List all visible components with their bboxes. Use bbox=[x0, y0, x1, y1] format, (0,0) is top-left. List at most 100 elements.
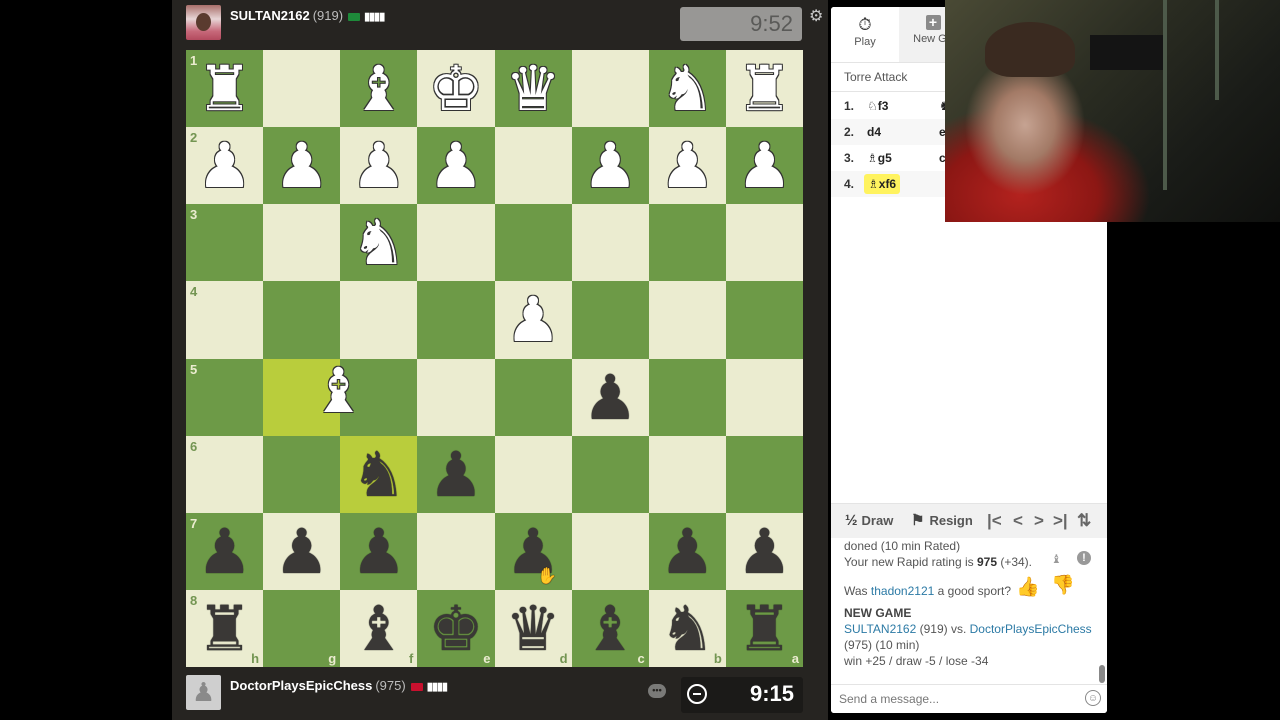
square-e8[interactable]: e ♚ bbox=[417, 589, 495, 667]
black-rook-a8[interactable]: ♜ bbox=[726, 590, 803, 667]
chess-board[interactable]: 1 ♜ ♝ ♚ ♛ ♞ ♜ 2 ♟ ♟ ♟ ♟ ♟ ♟ ♟ 3 ♞ 4 ♟ 5 ♟ 6 ♞ ♟ 7 ♟ ♟ ♟ ♟ ♟ ♟ 8 h ♜ g f ♝ e ♚ d… bbox=[186, 50, 803, 667]
square-c3[interactable] bbox=[571, 204, 649, 282]
square-a7[interactable]: ♟ bbox=[725, 512, 803, 590]
black-pawn-h7[interactable]: ♟ bbox=[186, 513, 263, 590]
black-rook-h8[interactable]: ♜ bbox=[186, 590, 263, 667]
square-h7[interactable]: 7 ♟ bbox=[186, 512, 264, 590]
square-e1[interactable]: ♚ bbox=[417, 50, 495, 128]
square-a4[interactable] bbox=[725, 281, 803, 359]
square-a5[interactable] bbox=[725, 358, 803, 436]
emoji-icon[interactable]: ☺ bbox=[1085, 690, 1101, 706]
dragged-white-bishop[interactable]: ♝ bbox=[300, 352, 377, 429]
square-c5[interactable]: ♟ bbox=[571, 358, 649, 436]
square-e4[interactable] bbox=[417, 281, 495, 359]
square-c2[interactable]: ♟ bbox=[571, 127, 649, 205]
square-d7[interactable]: ♟ bbox=[494, 512, 572, 590]
square-g6[interactable] bbox=[263, 435, 341, 513]
square-f7[interactable]: ♟ bbox=[340, 512, 418, 590]
resign-button[interactable]: ⚑ Resign bbox=[911, 504, 973, 538]
square-f6[interactable]: ♞ bbox=[340, 435, 418, 513]
square-f1[interactable]: ♝ bbox=[340, 50, 418, 128]
square-d3[interactable] bbox=[494, 204, 572, 282]
white-move[interactable]: ♘f3 bbox=[867, 93, 888, 119]
thumbs-down-icon[interactable]: 👎 bbox=[1051, 573, 1075, 597]
black-king-e8[interactable]: ♚ bbox=[417, 590, 494, 667]
square-b7[interactable]: ♟ bbox=[648, 512, 726, 590]
square-d8[interactable]: d ♛ bbox=[494, 589, 572, 667]
square-b4[interactable] bbox=[648, 281, 726, 359]
black-player-link[interactable]: DoctorPlaysEpicChess bbox=[970, 622, 1092, 636]
square-d4[interactable]: ♟ bbox=[494, 281, 572, 359]
square-g7[interactable]: ♟ bbox=[263, 512, 341, 590]
square-f3[interactable]: ♞ bbox=[340, 204, 418, 282]
square-e2[interactable]: ♟ bbox=[417, 127, 495, 205]
last-move-button[interactable]: >| bbox=[1053, 504, 1068, 538]
opponent-avatar[interactable] bbox=[186, 5, 221, 40]
next-move-button[interactable]: > bbox=[1034, 504, 1044, 538]
square-a3[interactable] bbox=[725, 204, 803, 282]
black-pawn-a7[interactable]: ♟ bbox=[726, 513, 803, 590]
square-a6[interactable] bbox=[725, 435, 803, 513]
black-pawn-g7[interactable]: ♟ bbox=[263, 513, 340, 590]
square-c7[interactable] bbox=[571, 512, 649, 590]
square-d6[interactable] bbox=[494, 435, 572, 513]
white-pawn-b2[interactable]: ♟ bbox=[649, 127, 726, 204]
square-d2[interactable] bbox=[494, 127, 572, 205]
white-queen-d1[interactable]: ♛ bbox=[495, 50, 572, 127]
white-pawn-g2[interactable]: ♟ bbox=[263, 127, 340, 204]
square-c6[interactable] bbox=[571, 435, 649, 513]
chat-bubble-icon[interactable]: ••• bbox=[648, 684, 666, 698]
thumbs-up-icon[interactable]: 👍 bbox=[1016, 575, 1040, 599]
tab-play[interactable]: ⏱ Play bbox=[831, 7, 899, 62]
square-a2[interactable]: ♟ bbox=[725, 127, 803, 205]
gear-icon[interactable]: ⚙ bbox=[809, 6, 823, 26]
square-g8[interactable]: g bbox=[263, 589, 341, 667]
previous-move-button[interactable]: < bbox=[1013, 504, 1023, 538]
square-g4[interactable] bbox=[263, 281, 341, 359]
square-a8[interactable]: a ♜ bbox=[725, 589, 803, 667]
square-b1[interactable]: ♞ bbox=[648, 50, 726, 128]
player-name[interactable]: DoctorPlaysEpicChess bbox=[230, 678, 372, 693]
square-h1[interactable]: 1 ♜ bbox=[186, 50, 264, 128]
black-pawn-f7[interactable]: ♟ bbox=[340, 513, 417, 590]
square-h3[interactable]: 3 bbox=[186, 204, 264, 282]
player-avatar[interactable]: ♟ bbox=[186, 675, 221, 710]
analysis-icon[interactable]: ♝ bbox=[1051, 552, 1062, 566]
square-g2[interactable]: ♟ bbox=[263, 127, 341, 205]
white-pawn-a2[interactable]: ♟ bbox=[726, 127, 803, 204]
square-g1[interactable] bbox=[263, 50, 341, 128]
square-f2[interactable]: ♟ bbox=[340, 127, 418, 205]
white-pawn-c2[interactable]: ♟ bbox=[572, 127, 649, 204]
square-d1[interactable]: ♛ bbox=[494, 50, 572, 128]
white-pawn-f2[interactable]: ♟ bbox=[340, 127, 417, 204]
square-c4[interactable] bbox=[571, 281, 649, 359]
draw-button[interactable]: ½ Draw bbox=[845, 504, 893, 538]
square-c1[interactable] bbox=[571, 50, 649, 128]
black-pawn-b7[interactable]: ♟ bbox=[649, 513, 726, 590]
black-bishop-f8[interactable]: ♝ bbox=[340, 590, 417, 667]
white-pawn-d4[interactable]: ♟ bbox=[495, 281, 572, 358]
white-pawn-h2[interactable]: ♟ bbox=[186, 127, 263, 204]
white-knight-b1[interactable]: ♞ bbox=[649, 50, 726, 127]
square-e6[interactable]: ♟ bbox=[417, 435, 495, 513]
square-h2[interactable]: 2 ♟ bbox=[186, 127, 264, 205]
black-pawn-d7[interactable]: ♟ bbox=[495, 513, 572, 590]
square-h5[interactable]: 5 bbox=[186, 358, 264, 436]
square-h6[interactable]: 6 bbox=[186, 435, 264, 513]
square-f8[interactable]: f ♝ bbox=[340, 589, 418, 667]
square-b8[interactable]: b ♞ bbox=[648, 589, 726, 667]
chat-scrollbar[interactable] bbox=[1099, 665, 1105, 683]
message-input[interactable]: Send a message... ☺ bbox=[831, 684, 1107, 713]
opponent-link[interactable]: thadon2121 bbox=[871, 584, 934, 598]
opponent-name[interactable]: SULTAN2162 bbox=[230, 8, 310, 23]
square-b6[interactable] bbox=[648, 435, 726, 513]
black-knight-b8[interactable]: ♞ bbox=[649, 590, 726, 667]
square-c8[interactable]: c ♝ bbox=[571, 589, 649, 667]
square-e3[interactable] bbox=[417, 204, 495, 282]
current-move[interactable]: ♗xf6 bbox=[864, 174, 901, 194]
black-queen-d8[interactable]: ♛ bbox=[495, 590, 572, 667]
black-pawn-c5[interactable]: ♟ bbox=[572, 359, 649, 436]
square-e7[interactable] bbox=[417, 512, 495, 590]
square-d5[interactable] bbox=[494, 358, 572, 436]
square-e5[interactable] bbox=[417, 358, 495, 436]
